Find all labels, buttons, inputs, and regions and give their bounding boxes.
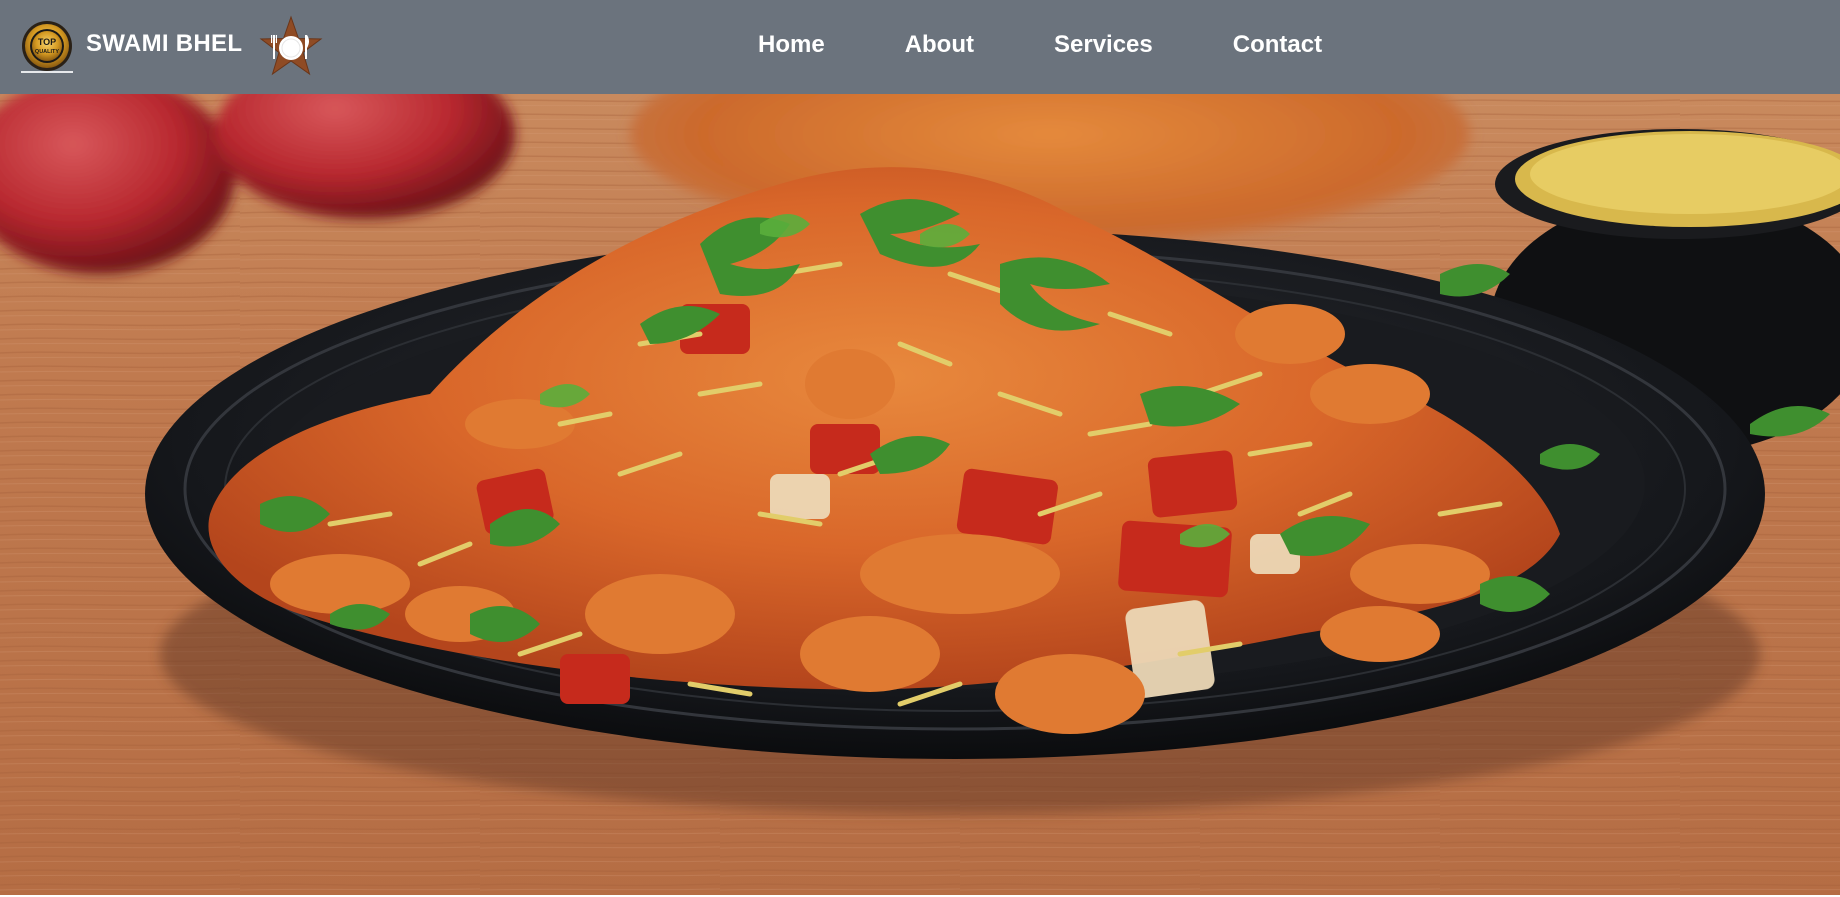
main-nav: Home About Services Contact <box>758 0 1322 94</box>
badge-top-text: TOP <box>38 37 56 47</box>
nav-home-link[interactable]: Home <box>758 31 825 59</box>
top-quality-badge-icon: TOP QUALITY <box>21 21 73 73</box>
brand-name: SWAMI BHEL <box>86 30 243 57</box>
nav-contact-link[interactable]: Contact <box>1233 31 1322 59</box>
star-plate-cutlery-icon <box>259 15 323 76</box>
brand[interactable]: TOP QUALITY SWAMI BHEL <box>19 0 324 94</box>
nav-services-link[interactable]: Services <box>1054 31 1153 59</box>
bhel-puri-plate-photo <box>0 94 1840 895</box>
badge-quality-text: QUALITY <box>35 49 59 55</box>
navbar: TOP QUALITY SWAMI BHEL Home About Servic… <box>0 0 1840 94</box>
nav-about-link[interactable]: About <box>905 31 974 59</box>
hero-banner <box>0 94 1840 895</box>
